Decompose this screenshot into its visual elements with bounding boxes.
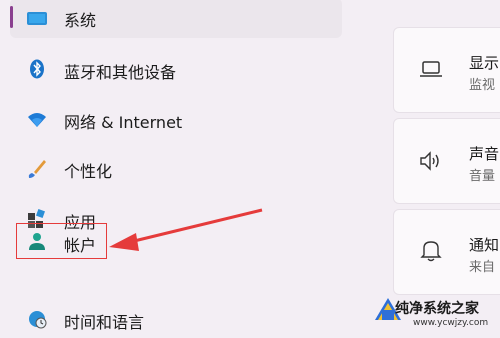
watermark-title: 纯净系统之家 — [395, 301, 479, 317]
watermark-url: www.ycwjzy.com — [413, 318, 489, 328]
annotation-arrow — [109, 208, 263, 251]
